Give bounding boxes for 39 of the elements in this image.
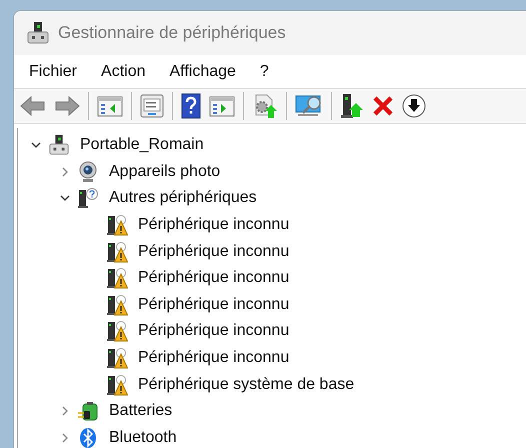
window-panel-icon[interactable] [209, 95, 235, 117]
tree-item[interactable]: Périphérique inconnu [138, 269, 290, 288]
warning-device-icon [106, 347, 128, 370]
tree-item[interactable]: Périphérique inconnu [138, 216, 290, 234]
menu-item[interactable]: Affichage [169, 62, 236, 80]
forward-arrow-icon[interactable] [54, 95, 80, 117]
monitor-search-icon[interactable] [295, 94, 323, 118]
window-title: Gestionnaire de périphériques [58, 23, 286, 43]
menu-item[interactable]: ? [260, 62, 269, 80]
computer-icon [48, 134, 70, 156]
tree-item[interactable]: Périphérique inconnu [138, 322, 290, 340]
tree-item[interactable]: Autres périphériques [109, 189, 257, 208]
menu-item[interactable]: Fichier [29, 62, 78, 80]
properties-icon[interactable] [140, 94, 164, 118]
warning-device-icon [106, 294, 128, 316]
menu-item[interactable]: Action [101, 62, 146, 80]
tree-item[interactable]: Périphérique inconnu [138, 242, 290, 261]
close-icon[interactable] [372, 95, 394, 117]
webcam-icon [77, 160, 99, 183]
tree-item[interactable]: Appareils photo [109, 162, 220, 181]
warning-device-icon [106, 374, 128, 396]
tree-item[interactable]: Périphérique inconnu [138, 349, 290, 368]
tree-item[interactable]: Périphérique système de base [138, 376, 354, 394]
tree-item[interactable]: Bluetooth [109, 428, 177, 447]
warning-device-icon [106, 214, 128, 236]
warning-device-icon [106, 267, 128, 290]
tree-item[interactable]: Périphérique inconnu [138, 296, 290, 314]
tree-item[interactable]: Portable_Romain [80, 136, 204, 154]
back-arrow-icon[interactable] [20, 95, 46, 117]
down-arrow-circle-icon[interactable] [402, 94, 426, 118]
battery-plug-icon [77, 400, 99, 422]
computer-icon [27, 21, 49, 45]
help-icon[interactable] [181, 93, 201, 119]
warning-device-icon [106, 240, 128, 263]
warning-device-icon [106, 320, 128, 342]
window-panel-icon[interactable] [97, 95, 123, 117]
unknown-device-icon [77, 187, 99, 210]
device-upload-icon[interactable] [340, 93, 364, 119]
tree-item[interactable]: Batteries [109, 402, 172, 420]
